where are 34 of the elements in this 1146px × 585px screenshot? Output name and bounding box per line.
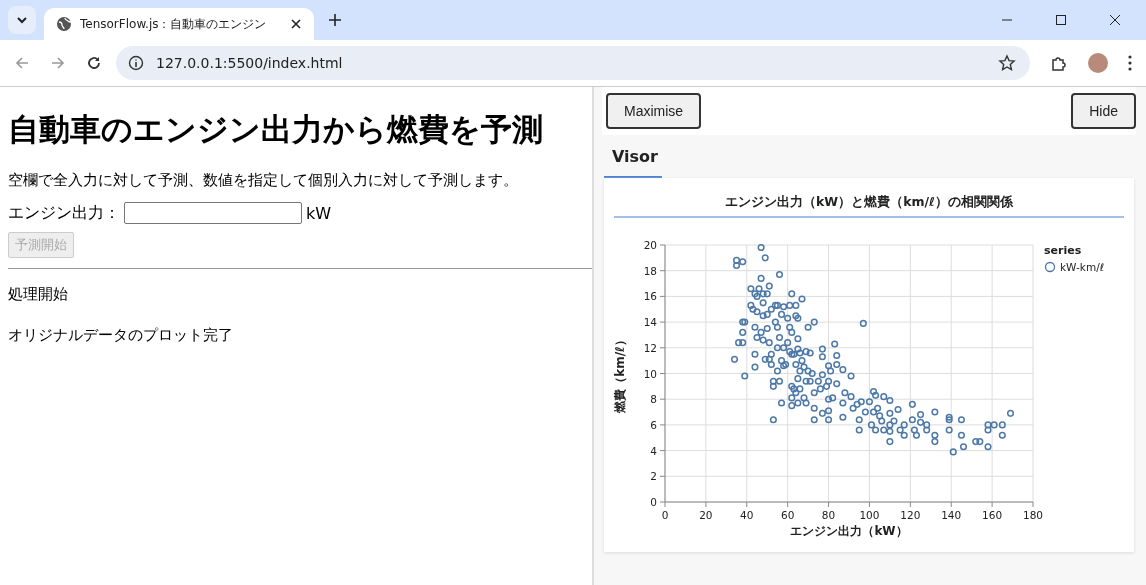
tick-label: 120 [900,509,921,521]
tick-label: 12 [643,341,657,354]
tab-title: TensorFlow.js：自動車のエンジン [80,15,268,33]
tick-label: 18 [643,264,657,277]
tick-label: 100 [859,509,880,521]
tick-label: 10 [643,367,657,380]
tick-label: 16 [643,290,657,303]
tick-label: 0 [650,496,657,508]
chart-title: エンジン出力（kW）と燃費（km/ℓ）の相関関係 [725,194,1013,209]
tick-label: 14 [643,316,657,329]
legend-title: series [1044,244,1082,257]
log-message: オリジナルデータのプロット完了 [8,326,234,345]
unit-label: kW [306,203,332,223]
tick-label: 20 [699,509,713,521]
y-axis-label: 燃費（km/ℓ） [613,334,627,413]
tick-label: 60 [781,509,795,521]
tick-label: 140 [941,509,962,521]
tick-label: 0 [661,509,669,521]
x-axis-label: エンジン出力（kW） [790,524,908,538]
tick-label: 160 [982,509,1003,521]
tick-label: 2 [650,470,657,483]
tick-label: 6 [650,418,657,431]
tick-label: 8 [650,393,657,406]
tick-label: 180 [1023,509,1043,521]
page-heading: 自動車のエンジン出力から燃費を予測 [8,110,544,149]
description-text: 空欄で全入力に対して予測、数値を指定して個別入力に対して予測します。 [8,171,519,190]
url-text: 127.0.0.1:5500/index.html [156,55,343,71]
input-label: エンジン出力： [8,202,120,224]
log-message: 処理開始 [8,285,69,304]
tick-label: 20 [643,239,657,251]
tick-label: 80 [821,509,836,521]
tick-label: 4 [650,444,657,457]
tick-label: 40 [740,509,754,521]
legend-label: kW-km/ℓ [1060,261,1104,273]
